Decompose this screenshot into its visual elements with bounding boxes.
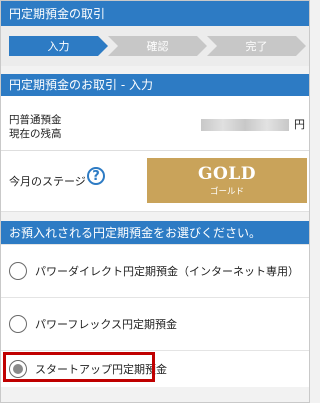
radio-power-direct[interactable] — [9, 262, 27, 280]
section-header-select: お預入れされる円定期預金をお選びください。 — [1, 221, 309, 244]
step-confirm-label: 確認 — [146, 40, 169, 53]
section-title-select: お預入れされる円定期預金をお選びください。 — [9, 225, 262, 240]
radio-startup[interactable] — [9, 360, 27, 378]
option-power-flex[interactable]: パワーフレックス円定期預金 — [1, 297, 309, 350]
badge-subtitle: ゴールド — [209, 186, 244, 197]
balance-current-label: 現在の残高 — [9, 128, 62, 140]
option-label-power-flex: パワーフレックス円定期預金 — [35, 318, 178, 331]
step-input-label: 入力 — [47, 40, 70, 53]
page-title: 円定期預金の取引 — [9, 6, 106, 21]
option-label-power-direct: パワーダイレクト円定期預金（インターネット専用） — [35, 265, 299, 278]
option-startup[interactable]: スタートアップ円定期預金 — [1, 350, 309, 387]
radio-power-flex[interactable] — [9, 315, 27, 333]
help-icon[interactable]: ? — [87, 167, 105, 185]
step-complete: 完了 — [207, 36, 306, 56]
radio-selected-dot — [13, 364, 23, 374]
step-input: 入力 — [9, 36, 108, 56]
balance-account-label: 円普通預金 — [9, 114, 62, 126]
page-header: 円定期預金の取引 — [1, 1, 309, 26]
stage-label: 今月のステージ — [9, 175, 86, 188]
page-frame: 円定期預金の取引 入力 確認 完了 円定期預金のお取引 - 入力 円普通預金 現… — [0, 0, 310, 403]
section-header-transaction: 円定期預金のお取引 - 入力 — [1, 74, 309, 96]
gold-stage-badge: GOLD ゴールド — [147, 158, 307, 203]
option-label-startup: スタートアップ円定期預金 — [35, 363, 167, 376]
badge-title: GOLD — [197, 163, 257, 184]
step-complete-label: 完了 — [245, 40, 268, 53]
balance-value-masked — [201, 119, 289, 131]
balance-unit: 円 — [294, 118, 305, 131]
progress-steps: 入力 確認 完了 — [1, 26, 309, 66]
account-info: 円普通預金 現在の残高 円 今月のステージ ? GOLD ゴールド — [1, 96, 309, 212]
option-power-direct[interactable]: パワーダイレクト円定期預金（インターネット専用） — [1, 244, 309, 297]
stage-row: 今月のステージ ? GOLD ゴールド — [1, 151, 309, 211]
balance-row: 円普通預金 現在の残高 円 — [1, 96, 309, 151]
section-title-transaction: 円定期預金のお取引 - 入力 — [9, 78, 153, 92]
step-confirm: 確認 — [108, 36, 207, 56]
